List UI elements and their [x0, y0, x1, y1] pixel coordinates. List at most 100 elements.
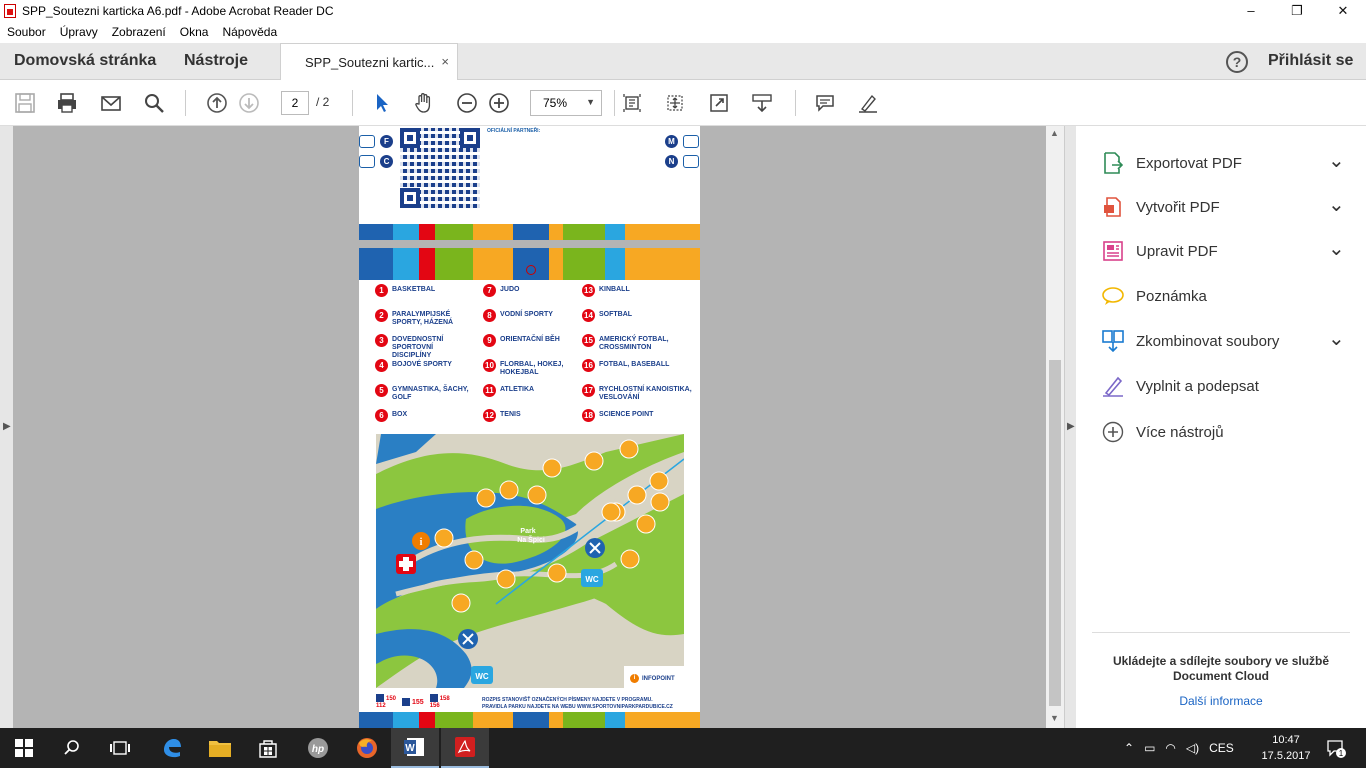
letter-badge-m: M: [665, 135, 678, 148]
print-icon[interactable]: [55, 91, 79, 115]
rotate-icon[interactable]: [663, 91, 687, 115]
restaurant-icon: [458, 629, 478, 649]
menu-edit[interactable]: Úpravy: [53, 25, 105, 39]
sport-station-icon: [601, 502, 621, 522]
page-number-input[interactable]: 2: [281, 91, 309, 115]
hp-icon[interactable]: hp: [294, 728, 342, 768]
fit-page-icon[interactable]: [620, 91, 644, 115]
infopoint-label: INFOPOINT: [642, 675, 675, 682]
next-page-icon[interactable]: [237, 91, 261, 115]
scroll-mode-icon[interactable]: [750, 91, 774, 115]
tool-label: Zkombinovat soubory: [1136, 332, 1280, 350]
chevron-down-icon[interactable]: ⌄: [1328, 192, 1345, 217]
tool-combine-files[interactable]: Zkombinovat soubory: [1102, 330, 1279, 352]
tool-export-pdf[interactable]: Exportovat PDF: [1102, 152, 1242, 174]
tab-tools[interactable]: Nástroje: [184, 52, 248, 70]
infopoint-legend: i INFOPOINT: [630, 674, 675, 683]
clock[interactable]: 10:47 17.5.2017: [1256, 732, 1316, 764]
system-tray: ⌃ ▭ ◠ ◁) CES: [1124, 728, 1234, 768]
maximize-button[interactable]: ❐: [1274, 0, 1320, 22]
color-stripe: [359, 712, 700, 728]
tool-more-tools[interactable]: Více nástrojů: [1102, 421, 1224, 443]
toolbar-separator: [185, 90, 186, 116]
wc-icon: WC: [471, 666, 493, 684]
minimize-button[interactable]: –: [1228, 0, 1274, 22]
wc-icon: WC: [581, 569, 603, 587]
fullscreen-icon[interactable]: [707, 91, 731, 115]
menu-help[interactable]: Nápověda: [215, 25, 284, 39]
legend-item: 6 BOX: [375, 409, 471, 422]
more-info-link[interactable]: Další informace: [1092, 694, 1350, 708]
volume-icon[interactable]: ◁): [1186, 741, 1199, 755]
sport-station-icon: [619, 439, 639, 459]
footer-note: ROZPIS STANOVIŠŤ OZNAČENÝCH PÍSMENY NAJD…: [482, 697, 673, 711]
acrobat-icon[interactable]: [441, 728, 489, 768]
mail-icon[interactable]: [99, 91, 123, 115]
expand-left-icon: ▶: [3, 421, 11, 432]
hand-icon[interactable]: [412, 91, 436, 115]
firefox-icon[interactable]: [343, 728, 391, 768]
toolbar-separator: [795, 90, 796, 116]
sign-in-link[interactable]: Přihlásit se: [1268, 52, 1353, 70]
cursor-marker: [526, 265, 536, 275]
menu-window[interactable]: Okna: [173, 25, 216, 39]
language-indicator[interactable]: CES: [1209, 741, 1234, 755]
tool-fill-sign[interactable]: Vyplnit a podepsat: [1102, 375, 1259, 397]
stripe-segment: [393, 248, 419, 280]
svg-text:1: 1: [1339, 749, 1344, 758]
stripe-segment: [359, 712, 393, 728]
acrobat-app-icon: [4, 4, 16, 18]
chevron-down-icon[interactable]: ⌄: [1328, 148, 1345, 173]
taskbar: hp W ⌃ ▭ ◠ ◁) CES 10:47 17.5.2017 1: [0, 728, 1366, 768]
help-icon[interactable]: ?: [1226, 51, 1248, 73]
scroll-thumb[interactable]: [1049, 360, 1061, 706]
task-view-icon[interactable]: [96, 728, 144, 768]
legend-item: 14 SOFTBAL: [582, 309, 694, 322]
tool-edit-pdf[interactable]: Upravit PDF: [1102, 240, 1218, 262]
store-icon[interactable]: [244, 728, 292, 768]
legend-item: 5 GYMNASTIKA, ŠACHY, GOLF: [375, 384, 471, 402]
scroll-up-icon[interactable]: ▲: [1050, 128, 1059, 138]
start-icon[interactable]: [0, 728, 48, 768]
select-cursor-icon[interactable]: [370, 91, 394, 115]
save-icon[interactable]: [13, 91, 37, 115]
search-icon[interactable]: [48, 728, 96, 768]
left-panel-toggle[interactable]: ▶: [0, 126, 13, 728]
chevron-down-icon[interactable]: ⌄: [1328, 236, 1345, 261]
footer-stat-2: 155: [402, 697, 424, 706]
battery-icon[interactable]: ▭: [1144, 741, 1155, 755]
wifi-icon[interactable]: ◠: [1165, 741, 1175, 755]
menu-file[interactable]: Soubor: [0, 25, 53, 39]
tool-create-pdf[interactable]: Vytvořit PDF: [1102, 196, 1220, 218]
comment-icon[interactable]: [813, 91, 837, 115]
scroll-down-icon[interactable]: ▼: [1050, 713, 1059, 723]
tray-overflow-icon[interactable]: ⌃: [1124, 741, 1134, 755]
zoom-select[interactable]: 75% ▼: [530, 90, 602, 116]
word-icon[interactable]: W: [391, 728, 439, 768]
zoom-out-icon[interactable]: [455, 91, 479, 115]
sign-icon[interactable]: [856, 91, 880, 115]
tab-document[interactable]: SPP_Soutezni kartic... ×: [280, 43, 458, 80]
search-icon[interactable]: [142, 91, 166, 115]
tool-comment[interactable]: Poznámka: [1102, 285, 1207, 307]
chevron-down-icon[interactable]: ⌄: [1328, 326, 1345, 351]
legend-number: 13: [582, 284, 595, 297]
prev-page-icon[interactable]: [205, 91, 229, 115]
tab-home[interactable]: Domovská stránka: [14, 52, 156, 70]
notification-center-icon[interactable]: 1: [1326, 738, 1346, 758]
right-panel-toggle[interactable]: ▶: [1064, 126, 1076, 728]
legend-number: 1: [375, 284, 388, 297]
legend-label: BOX: [392, 411, 408, 418]
menu-view[interactable]: Zobrazení: [105, 25, 173, 39]
map-label-line1: Park: [520, 528, 535, 535]
vertical-scrollbar[interactable]: ▲ ▼: [1046, 126, 1064, 728]
collapse-right-icon: ▶: [1067, 421, 1075, 432]
tab-close-icon[interactable]: ×: [441, 54, 449, 69]
zoom-in-icon[interactable]: [487, 91, 511, 115]
file-explorer-icon[interactable]: [196, 728, 244, 768]
edge-icon[interactable]: [148, 728, 196, 768]
close-button[interactable]: ✕: [1320, 0, 1366, 22]
stripe-segment: [605, 224, 625, 240]
sport-station-icon: [547, 563, 567, 583]
chevron-down-icon: ▼: [586, 97, 595, 107]
